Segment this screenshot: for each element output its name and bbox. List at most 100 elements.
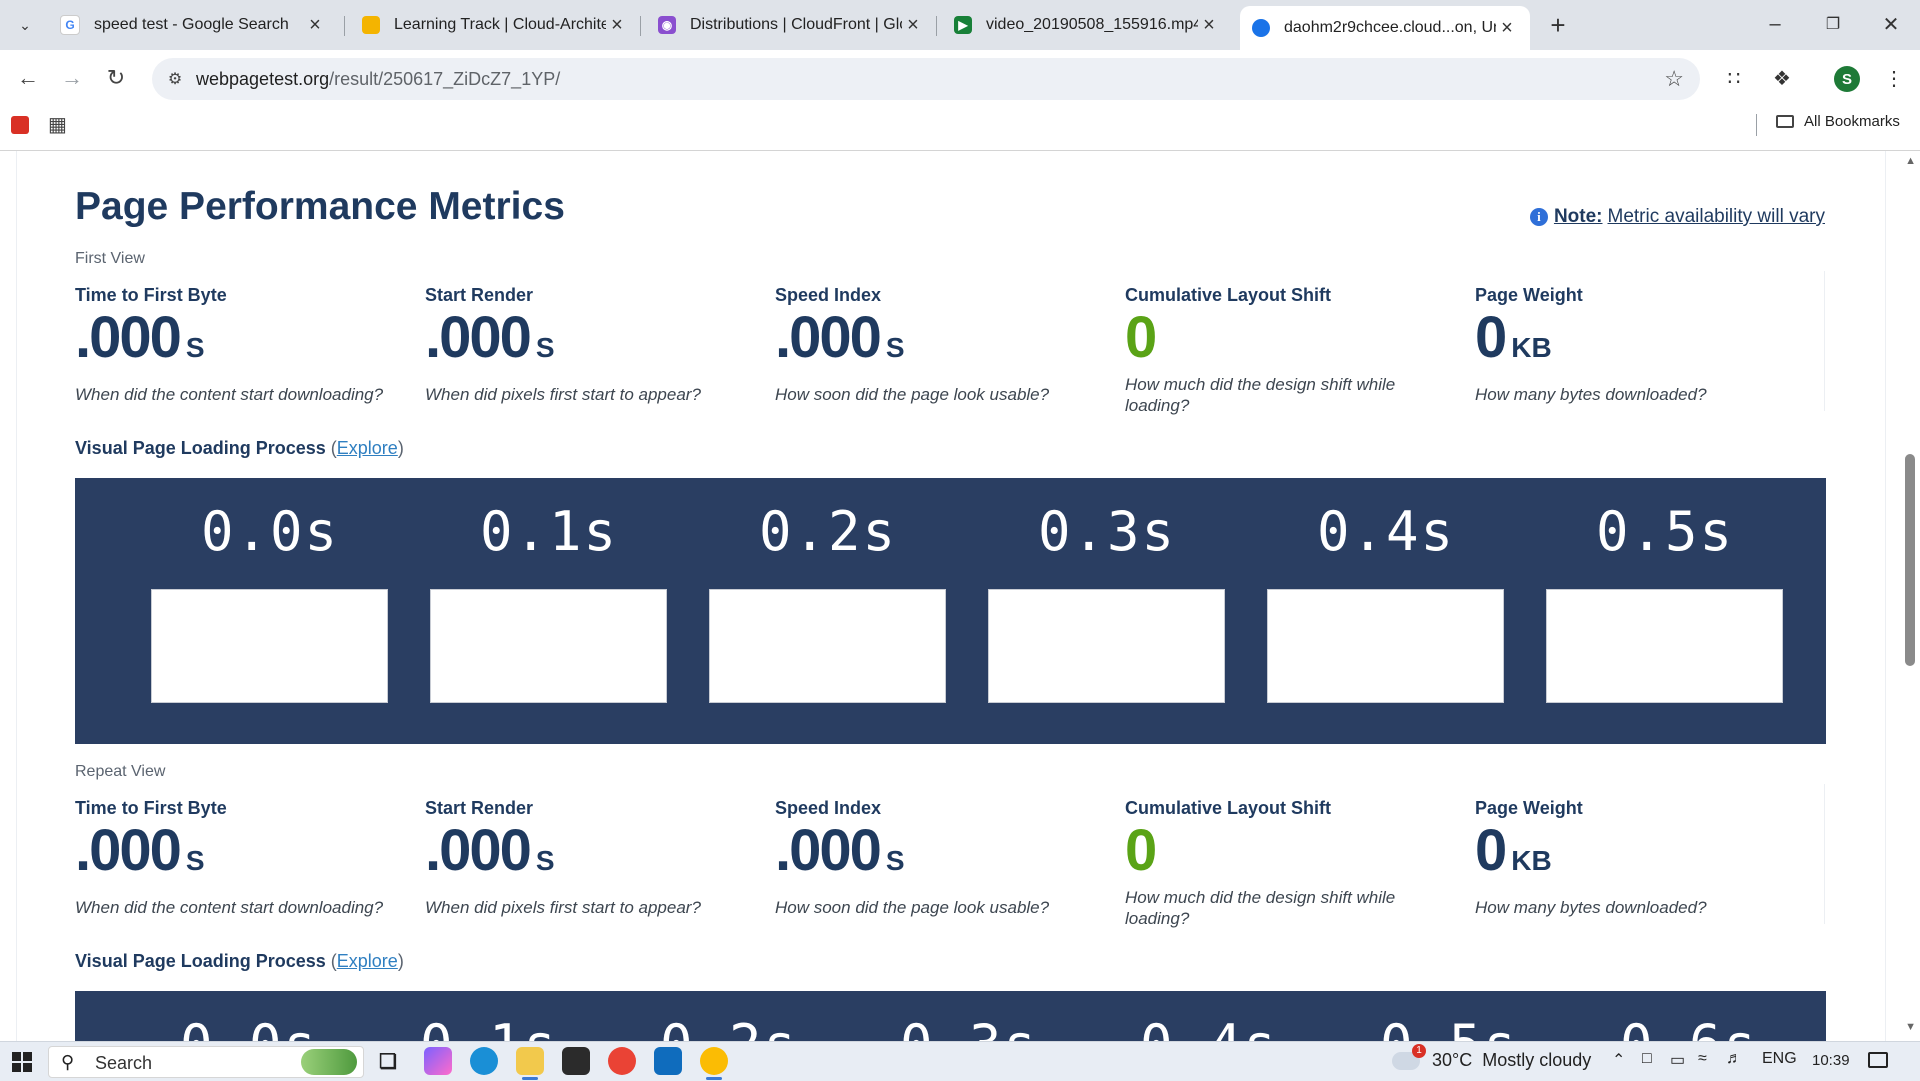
filmstrip-first-view: 0.0s 0.1s 0.2s 0.3s 0.4s 0.5s [75, 478, 1826, 744]
metric-description: When did pixels first start to appear? [425, 898, 701, 917]
filmstrip-frame[interactable] [988, 589, 1225, 703]
explore-link[interactable]: Explore [337, 951, 398, 971]
weather-widget[interactable]: 1 30°C Mostly cloudy [1392, 1043, 1592, 1071]
metric-ttfb-repeat: Time to First Byte .000 S When did the co… [75, 798, 385, 918]
bookmark-app-icon[interactable] [11, 116, 29, 134]
frame-time-label: 0.2s [758, 500, 898, 563]
windows-taskbar: ⚲ Search ❏ 1 30°C Mostly cloudy ⌃ □ ▭ ≈ … [0, 1041, 1920, 1081]
scroll-up-icon[interactable]: ▲ [1905, 155, 1916, 167]
close-window-icon[interactable]: ✕ [1868, 8, 1914, 40]
metric-label: Time to First Byte [75, 798, 227, 818]
explore-link[interactable]: Explore [337, 438, 398, 458]
metric-description: How soon did the page look usable? [775, 385, 1050, 404]
metric-value: 0 [1125, 818, 1157, 883]
language-indicator[interactable]: ENG [1762, 1050, 1797, 1068]
repeat-view-label: Repeat View [75, 763, 166, 780]
task-view-icon[interactable]: ❏ [374, 1047, 402, 1075]
profile-avatar[interactable]: S [1834, 66, 1860, 92]
metric-value: .000 S [775, 305, 905, 370]
restore-icon[interactable]: ❐ [1810, 8, 1856, 40]
outlook-icon[interactable] [654, 1047, 682, 1075]
notification-icon[interactable] [1868, 1052, 1888, 1068]
metric-value: 0 [1125, 305, 1157, 370]
close-tab-icon[interactable]: × [1496, 17, 1518, 40]
windows-start-icon[interactable] [12, 1052, 32, 1072]
minimize-icon[interactable]: – [1752, 8, 1798, 40]
close-tab-icon[interactable]: × [1198, 14, 1220, 37]
chrome-icon[interactable] [608, 1047, 636, 1075]
metric-description: How soon did the page look usable? [775, 898, 1050, 917]
apps-grid-icon[interactable]: ▦ [48, 112, 67, 137]
page-scrollbar[interactable]: ▲ ▼ [1898, 151, 1920, 1041]
filmstrip-frame[interactable] [151, 589, 388, 703]
filmstrip-frame[interactable] [1267, 589, 1504, 703]
note-text[interactable]: Metric availability will vary [1608, 206, 1826, 228]
metric-note[interactable]: i Note: Metric availability will vary [1529, 206, 1826, 228]
file-explorer-icon[interactable] [516, 1047, 544, 1080]
extensions-grid-icon[interactable]: ∷ [1718, 62, 1750, 94]
tab-cloudfront[interactable]: ◉ Distributions | CloudFront | Glo × [646, 6, 936, 44]
back-icon[interactable]: ← [12, 62, 44, 94]
metric-description: How much did the design shift while load… [1125, 888, 1396, 928]
tab-google-search[interactable]: G speed test - Google Search × [48, 6, 338, 44]
scrollbar-thumb[interactable] [1905, 454, 1915, 666]
visual-loading-heading: Visual Page Loading Process (Explore) [75, 951, 404, 971]
store-icon[interactable] [562, 1047, 590, 1075]
volume-icon[interactable]: ♬ [1726, 1050, 1742, 1068]
tab-video[interactable]: ▶ video_20190508_155916.mp4 - × [942, 6, 1232, 44]
tab-learning-track[interactable]: Learning Track | Cloud-Architect × [350, 6, 640, 44]
all-bookmarks-button[interactable]: All Bookmarks [1776, 113, 1900, 130]
metric-label: Page Weight [1475, 798, 1583, 818]
search-highlight-image [301, 1049, 357, 1075]
frame-time-label: 0.3s [850, 1013, 1088, 1041]
filmstrip-frame[interactable] [709, 589, 946, 703]
address-bar[interactable]: ⚙ webpagetest.org/result/250617_ZiDcZ7_1… [152, 58, 1700, 100]
metric-description: How many bytes downloaded? [1475, 385, 1707, 404]
metric-ttfb-first: Time to First Byte .000 S When did the co… [75, 285, 385, 405]
meet-icon[interactable]: □ [1642, 1050, 1652, 1068]
frame-time-label: 0.5s [1330, 1013, 1568, 1041]
frame-time-label: 0.5s [1595, 500, 1735, 563]
metric-description: When did the content start downloading? [75, 385, 384, 404]
site-settings-icon[interactable]: ⚙ [164, 68, 186, 90]
close-tab-icon[interactable]: × [902, 14, 924, 37]
url-text[interactable]: webpagetest.org/result/250617_ZiDcZ7_1YP… [196, 69, 560, 90]
metric-label: Start Render [425, 798, 534, 818]
bookmarks-divider [1756, 114, 1757, 136]
scroll-down-icon[interactable]: ▼ [1905, 1021, 1916, 1033]
metric-description: When did the content start downloading? [75, 898, 384, 917]
copilot-icon[interactable] [424, 1047, 452, 1075]
all-bookmarks-label: All Bookmarks [1804, 113, 1900, 130]
clock-time[interactable]: 10:39 [1812, 1052, 1850, 1069]
extensions-puzzle-icon[interactable]: ❖ [1766, 62, 1798, 94]
battery-icon[interactable]: ▭ [1670, 1050, 1685, 1070]
tab-divider [936, 16, 937, 36]
chrome-active-icon[interactable] [700, 1047, 728, 1080]
filmstrip-frame[interactable] [430, 589, 667, 703]
tab-search-chevron-icon[interactable]: ⌄ [10, 10, 40, 40]
bookmarks-bar [0, 106, 1920, 151]
metric-description: When did pixels first start to appear? [425, 385, 701, 404]
metric-label: Speed Index [775, 798, 882, 818]
metric-divider [1824, 271, 1825, 411]
weather-text: Mostly cloudy [1482, 1050, 1592, 1070]
metric-description: How many bytes downloaded? [1475, 898, 1707, 917]
reload-icon[interactable]: ↻ [100, 62, 132, 94]
tab-webpagetest-active[interactable]: daohm2r9chcee.cloud...on, Unit × [1240, 6, 1530, 50]
wifi-icon[interactable]: ≈ [1698, 1050, 1707, 1068]
show-hidden-icons-icon[interactable]: ⌃ [1612, 1050, 1625, 1070]
learning-icon [362, 16, 380, 34]
new-tab-button[interactable]: + [1543, 10, 1573, 40]
filmstrip-frame[interactable] [1546, 589, 1783, 703]
tab-title: Learning Track | Cloud-Architect [394, 16, 606, 33]
metric-value: .000 S [775, 818, 905, 883]
bookmark-star-icon[interactable]: ☆ [1664, 66, 1684, 92]
close-tab-icon[interactable]: × [304, 14, 326, 37]
taskbar-search-box[interactable]: ⚲ Search [48, 1046, 364, 1078]
forward-icon[interactable]: → [56, 62, 88, 94]
edge-icon[interactable] [470, 1047, 498, 1075]
browser-menu-icon[interactable]: ⋮ [1878, 62, 1910, 94]
close-tab-icon[interactable]: × [606, 14, 628, 37]
folder-icon [1776, 115, 1794, 128]
frame-time-label: 0.6s [1570, 1013, 1808, 1041]
